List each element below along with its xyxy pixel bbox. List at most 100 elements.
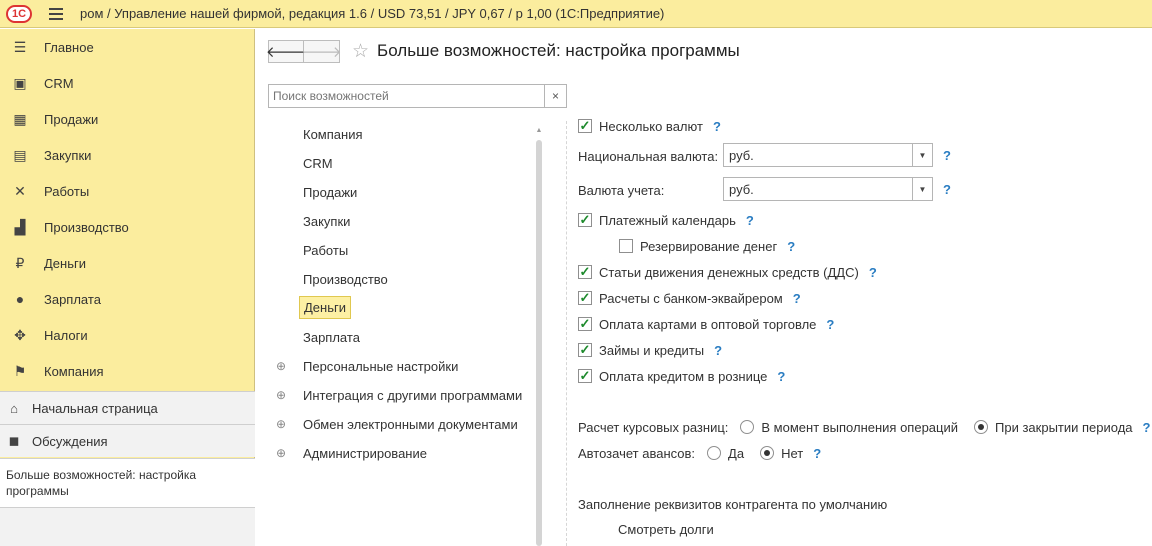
expand-icon[interactable]: ⊕ [274, 417, 288, 431]
sidebar-item-sales[interactable]: ▦ Продажи [0, 101, 254, 137]
title-bar: 1С ром / Управление нашей фирмой, редакц… [0, 0, 1152, 28]
national-currency-select[interactable]: руб. ▼ [723, 143, 933, 167]
advance-offset-row: Автозачет авансов: Да Нет ? [578, 445, 822, 461]
scroll-thumb[interactable] [536, 140, 542, 546]
help-icon[interactable]: ? [859, 265, 877, 280]
money-reservation-row: Резервирование денег ? [619, 235, 795, 257]
payment-calendar-checkbox[interactable]: ✓ [578, 213, 592, 227]
sidebar-item-works[interactable]: ✕ Работы [0, 173, 254, 209]
help-icon[interactable]: ? [703, 119, 721, 134]
chevron-down-icon[interactable]: ▼ [912, 178, 932, 200]
basket-icon: ▦ [13, 110, 27, 127]
sidebar-item-money[interactable]: ₽ Деньги [0, 245, 254, 281]
help-icon[interactable]: ? [777, 239, 795, 254]
sidebar-item-crm[interactable]: ▣ CRM [0, 65, 254, 101]
help-icon[interactable]: ? [933, 182, 951, 197]
sections-scrollbar[interactable]: ▲ [535, 127, 543, 546]
chevron-down-icon[interactable]: ▼ [912, 144, 932, 166]
section-works[interactable]: Работы [268, 238, 348, 262]
arrow-left-icon: 🡐 [265, 43, 307, 61]
money-reservation-checkbox[interactable] [619, 239, 633, 253]
advance-offset-radio-yes[interactable] [707, 446, 722, 460]
chat-bubble-icon: ◼ [8, 433, 20, 448]
page-title: Больше возможностей: настройка программы [377, 41, 740, 60]
sidebar-item-salary[interactable]: ● Зарплата [0, 281, 254, 317]
section-production[interactable]: Производство [268, 267, 388, 291]
wholesale-cards-checkbox[interactable]: ✓ [578, 317, 592, 331]
cash-flow-items-row: ✓ Статьи движения денежных средств (ДДС)… [578, 264, 877, 280]
section-administration[interactable]: ⊕ Администрирование [268, 441, 427, 465]
clear-search-button[interactable]: × [544, 85, 566, 107]
close-icon: × [551, 89, 559, 103]
factory-icon: ▟ [14, 218, 26, 235]
app-logo-icon: 1С [0, 0, 38, 28]
expand-icon[interactable]: ⊕ [274, 359, 288, 373]
help-icon[interactable]: ? [1133, 420, 1151, 435]
accounting-currency-label: Валюта учета: [578, 182, 665, 198]
home-icon: ⌂ [10, 400, 18, 416]
search-input[interactable] [269, 85, 544, 107]
help-icon[interactable]: ? [933, 148, 951, 163]
scroll-up-icon[interactable]: ▲ [535, 127, 543, 135]
section-salary[interactable]: Зарплата [268, 325, 360, 349]
retail-credit-checkbox[interactable]: ✓ [578, 369, 592, 383]
help-icon[interactable]: ? [767, 369, 785, 384]
sidebar: ☰ Главное ▣ CRM ▦ Продажи ▤ Закупки ✕ Ра… [0, 29, 255, 546]
help-icon[interactable]: ? [736, 213, 754, 228]
toolbar: 🡐 🡒 ☆ Больше возможностей: настройка про… [265, 39, 740, 63]
help-icon[interactable]: ? [704, 343, 722, 358]
advance-offset-radio-no[interactable] [760, 446, 775, 460]
forward-button[interactable]: 🡒 [301, 39, 342, 63]
sidebar-bottom [0, 508, 255, 546]
people-icon: ● [15, 291, 25, 307]
multi-currency-checkbox[interactable]: ✓ [578, 119, 592, 133]
home-page-link[interactable]: ⌂ Начальная страница [0, 391, 255, 424]
contact-card-icon: ▣ [13, 74, 27, 91]
cash-flow-items-checkbox[interactable]: ✓ [578, 265, 592, 279]
cart-icon: ▤ [13, 146, 27, 163]
main-menu-icon[interactable] [38, 0, 74, 28]
acquiring-row: ✓ Расчеты с банком-эквайрером ? [578, 290, 801, 306]
sidebar-item-taxes[interactable]: ✥ Налоги [0, 317, 254, 353]
view-debts-link[interactable]: Смотреть долги [618, 518, 714, 540]
back-button[interactable]: 🡐 [265, 39, 307, 63]
section-edi[interactable]: ⊕ Обмен электронными документами [268, 412, 518, 436]
sidebar-item-company[interactable]: ⚑ Компания [0, 353, 254, 389]
open-window-tab[interactable]: Больше возможностей: настройка программы [0, 458, 255, 508]
arrow-right-icon: 🡒 [301, 43, 342, 61]
tools-icon: ✕ [14, 182, 26, 199]
wholesale-cards-row: ✓ Оплата картами в оптовой торговле ? [578, 316, 835, 332]
help-icon[interactable]: ? [816, 317, 834, 332]
exchange-diff-radio-operation[interactable] [740, 420, 755, 434]
loans-checkbox[interactable]: ✓ [578, 343, 592, 357]
loans-row: ✓ Займы и кредиты ? [578, 342, 723, 358]
section-company[interactable]: Компания [268, 122, 363, 146]
expand-icon[interactable]: ⊕ [274, 446, 288, 460]
section-sales[interactable]: Продажи [268, 180, 357, 204]
menu-lines-icon: ☰ [13, 38, 27, 55]
accounting-currency-select[interactable]: руб. ▼ [723, 177, 933, 201]
section-crm[interactable]: CRM [268, 151, 333, 175]
ruble-coin-icon: ₽ [15, 254, 25, 271]
section-money[interactable]: Деньги [268, 295, 351, 319]
sidebar-item-purchases[interactable]: ▤ Закупки [0, 137, 254, 173]
section-integration[interactable]: ⊕ Интеграция с другими программами [268, 383, 522, 407]
panel-divider [566, 121, 567, 546]
exchange-diff-radio-period[interactable] [974, 420, 989, 434]
star-icon[interactable]: ☆ [352, 40, 369, 63]
sidebar-item-main[interactable]: ☰ Главное [0, 29, 254, 65]
help-icon[interactable]: ? [803, 446, 821, 461]
flag-icon: ⚑ [13, 362, 27, 379]
expand-icon[interactable]: ⊕ [274, 388, 288, 402]
help-icon[interactable]: ? [783, 291, 801, 306]
section-purchases[interactable]: Закупки [268, 209, 350, 233]
main-area: 🡐 🡒 ☆ Больше возможностей: настройка про… [256, 29, 1152, 546]
sidebar-item-production[interactable]: ▟ Производство [0, 209, 254, 245]
section-personal-settings[interactable]: ⊕ Персональные настройки [268, 354, 458, 378]
multi-currency-row: ✓ Несколько валют ? [578, 118, 721, 134]
window-title: ром / Управление нашей фирмой, редакция … [80, 6, 665, 21]
sidebar-lower: ⌂ Начальная страница ◼ Обсуждения [0, 391, 255, 457]
discussions-link[interactable]: ◼ Обсуждения [0, 424, 255, 457]
acquiring-checkbox[interactable]: ✓ [578, 291, 592, 305]
eagle-emblem-icon: ✥ [14, 326, 26, 343]
